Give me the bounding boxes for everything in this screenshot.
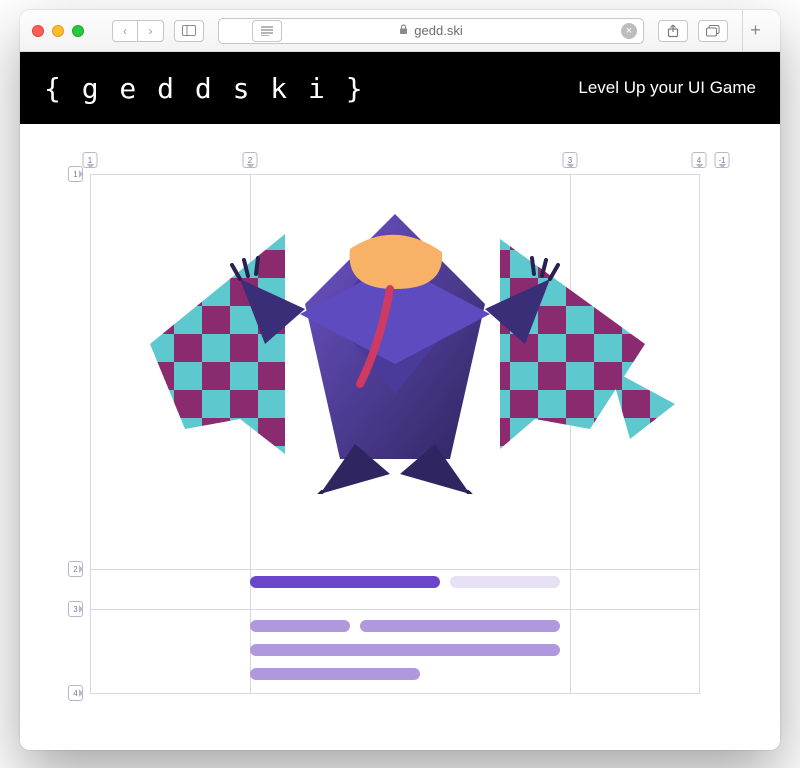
col-marker-3: 3 [563, 152, 578, 168]
browser-window: ‹ › gedd.ski × + { g e d d s k i } [20, 10, 780, 750]
url-text: gedd.ski [414, 23, 462, 38]
lock-icon [399, 24, 408, 38]
row-marker-4: 4 [68, 685, 83, 701]
forward-button[interactable]: › [138, 20, 164, 42]
titlebar: ‹ › gedd.ski × + [20, 10, 780, 52]
close-window-button[interactable] [32, 25, 44, 37]
traffic-lights [32, 25, 102, 37]
reader-view-button[interactable] [252, 20, 282, 42]
minimize-window-button[interactable] [52, 25, 64, 37]
placeholder-body-row [250, 668, 570, 680]
placeholder-bar [250, 644, 560, 656]
hero-illustration [90, 194, 700, 494]
col-marker-4: 4 [692, 152, 707, 168]
toolbar-right: + [658, 10, 768, 52]
row-marker-2: 2 [68, 561, 83, 577]
zoom-window-button[interactable] [72, 25, 84, 37]
placeholder-bar [450, 576, 560, 588]
new-tab-button[interactable]: + [742, 10, 768, 52]
placeholder-bar [250, 576, 440, 588]
reader-icon [261, 26, 273, 36]
placeholder-bar [360, 620, 560, 632]
placeholder-body-row [250, 644, 570, 656]
placeholder-body-row [250, 620, 570, 632]
sidebar-icon [182, 25, 196, 36]
site-header: { g e d d s k i } Level Up your UI Game [20, 52, 780, 124]
grid-overlay: 1 2 3 4 -1 1 2 3 4 [90, 174, 700, 694]
sidebar-toggle-button[interactable] [174, 20, 204, 42]
row-marker-3: 3 [68, 601, 83, 617]
tabs-button[interactable] [698, 20, 728, 42]
share-button[interactable] [658, 20, 688, 42]
nav-back-forward: ‹ › [112, 20, 164, 42]
grid-row-line-2 [90, 569, 700, 570]
back-button[interactable]: ‹ [112, 20, 138, 42]
tabs-icon [706, 25, 720, 37]
grid-row-line-4 [90, 693, 700, 694]
col-marker-end: -1 [715, 152, 730, 168]
col-marker-2: 2 [243, 152, 258, 168]
col-marker-1: 1 [83, 152, 98, 168]
placeholder-bar [250, 620, 350, 632]
placeholder-text-block [250, 576, 570, 692]
page-content: 1 2 3 4 -1 1 2 3 4 [20, 124, 780, 750]
placeholder-bar [250, 668, 420, 680]
stop-reload-button[interactable]: × [621, 23, 637, 39]
row-marker-1: 1 [68, 166, 83, 182]
grid-row-line-1 [90, 174, 700, 175]
share-icon [667, 24, 679, 38]
site-brand[interactable]: { g e d d s k i } [44, 72, 365, 105]
site-tagline: Level Up your UI Game [578, 78, 756, 98]
placeholder-heading-row [250, 576, 570, 588]
